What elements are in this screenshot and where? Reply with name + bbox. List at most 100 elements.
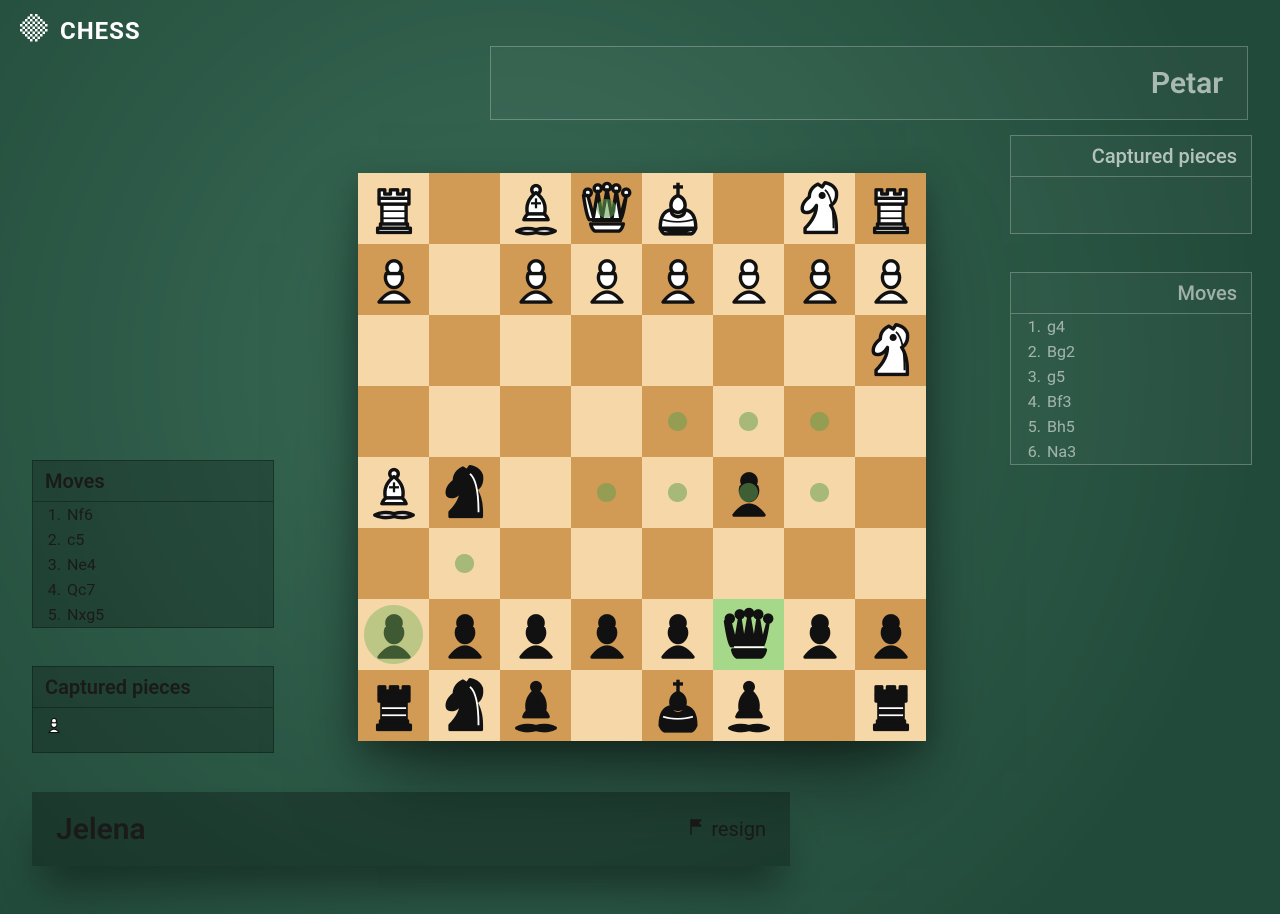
square-c4[interactable] xyxy=(713,386,784,457)
square-e3[interactable] xyxy=(571,315,642,386)
square-d1[interactable] xyxy=(642,173,713,244)
player-captured-list xyxy=(33,708,273,752)
square-e8[interactable] xyxy=(571,670,642,741)
black-knight-icon[interactable] xyxy=(433,674,497,738)
square-h5[interactable] xyxy=(358,457,429,528)
move-hint-dot xyxy=(597,199,615,217)
square-e2[interactable] xyxy=(571,244,642,315)
square-g7[interactable] xyxy=(429,599,500,670)
resign-button[interactable]: resign xyxy=(687,817,766,842)
square-d4[interactable] xyxy=(642,386,713,457)
white-pawn-icon[interactable] xyxy=(575,248,639,312)
square-d3[interactable] xyxy=(642,315,713,386)
black-pawn-icon[interactable] xyxy=(504,603,568,667)
white-knight-icon[interactable] xyxy=(859,319,923,383)
square-a3[interactable] xyxy=(855,315,926,386)
square-f2[interactable] xyxy=(500,244,571,315)
square-a7[interactable] xyxy=(855,599,926,670)
square-g2[interactable] xyxy=(429,244,500,315)
square-h1[interactable] xyxy=(358,173,429,244)
square-b7[interactable] xyxy=(784,599,855,670)
square-h7[interactable] xyxy=(358,599,429,670)
square-c2[interactable] xyxy=(713,244,784,315)
black-pawn-icon[interactable] xyxy=(362,603,426,667)
square-a1[interactable] xyxy=(855,173,926,244)
square-f6[interactable] xyxy=(500,528,571,599)
square-g1[interactable] xyxy=(429,173,500,244)
square-f7[interactable] xyxy=(500,599,571,670)
black-pawn-icon[interactable] xyxy=(859,603,923,667)
square-h2[interactable] xyxy=(358,244,429,315)
square-h4[interactable] xyxy=(358,386,429,457)
square-b8[interactable] xyxy=(784,670,855,741)
square-c7[interactable] xyxy=(713,599,784,670)
white-rook-icon[interactable] xyxy=(362,177,426,241)
square-a5[interactable] xyxy=(855,457,926,528)
square-a6[interactable] xyxy=(855,528,926,599)
square-g5[interactable] xyxy=(429,457,500,528)
square-f3[interactable] xyxy=(500,315,571,386)
square-e5[interactable] xyxy=(571,457,642,528)
square-e1[interactable] xyxy=(571,173,642,244)
black-pawn-icon[interactable] xyxy=(788,603,852,667)
move-row: 4.Qc7 xyxy=(33,577,273,602)
square-f4[interactable] xyxy=(500,386,571,457)
black-pawn-icon[interactable] xyxy=(433,603,497,667)
square-b4[interactable] xyxy=(784,386,855,457)
square-c1[interactable] xyxy=(713,173,784,244)
square-d6[interactable] xyxy=(642,528,713,599)
white-bishop-icon[interactable] xyxy=(504,177,568,241)
square-f8[interactable] xyxy=(500,670,571,741)
square-d5[interactable] xyxy=(642,457,713,528)
square-g6[interactable] xyxy=(429,528,500,599)
square-g8[interactable] xyxy=(429,670,500,741)
white-pawn-icon[interactable] xyxy=(646,248,710,312)
square-c6[interactable] xyxy=(713,528,784,599)
square-c5[interactable] xyxy=(713,457,784,528)
black-pawn-icon[interactable] xyxy=(575,603,639,667)
square-a8[interactable] xyxy=(855,670,926,741)
square-a4[interactable] xyxy=(855,386,926,457)
square-b2[interactable] xyxy=(784,244,855,315)
square-h8[interactable] xyxy=(358,670,429,741)
black-queen-icon[interactable] xyxy=(717,603,781,667)
square-d7[interactable] xyxy=(642,599,713,670)
square-b5[interactable] xyxy=(784,457,855,528)
black-knight-icon[interactable] xyxy=(433,461,497,525)
black-king-icon[interactable] xyxy=(646,674,710,738)
square-e6[interactable] xyxy=(571,528,642,599)
black-bishop-icon[interactable] xyxy=(504,674,568,738)
square-f1[interactable] xyxy=(500,173,571,244)
white-pawn-icon[interactable] xyxy=(717,248,781,312)
square-b6[interactable] xyxy=(784,528,855,599)
square-h6[interactable] xyxy=(358,528,429,599)
square-d2[interactable] xyxy=(642,244,713,315)
square-g4[interactable] xyxy=(429,386,500,457)
square-b3[interactable] xyxy=(784,315,855,386)
white-king-icon[interactable] xyxy=(646,177,710,241)
square-c3[interactable] xyxy=(713,315,784,386)
white-knight-icon[interactable] xyxy=(788,177,852,241)
black-rook-icon[interactable] xyxy=(362,674,426,738)
black-rook-icon[interactable] xyxy=(859,674,923,738)
black-bishop-icon[interactable] xyxy=(717,674,781,738)
white-pawn-icon[interactable] xyxy=(504,248,568,312)
square-e7[interactable] xyxy=(571,599,642,670)
flag-icon xyxy=(687,817,707,842)
white-bishop-icon[interactable] xyxy=(362,461,426,525)
square-a2[interactable] xyxy=(855,244,926,315)
square-c8[interactable] xyxy=(713,670,784,741)
white-pawn-icon[interactable] xyxy=(362,248,426,312)
white-pawn-icon[interactable] xyxy=(859,248,923,312)
chess-board[interactable] xyxy=(358,173,926,741)
square-g3[interactable] xyxy=(429,315,500,386)
square-h3[interactable] xyxy=(358,315,429,386)
square-d8[interactable] xyxy=(642,670,713,741)
white-rook-icon[interactable] xyxy=(859,177,923,241)
resign-label: resign xyxy=(711,817,766,841)
white-pawn-icon[interactable] xyxy=(788,248,852,312)
square-f5[interactable] xyxy=(500,457,571,528)
black-pawn-icon[interactable] xyxy=(646,603,710,667)
square-e4[interactable] xyxy=(571,386,642,457)
square-b1[interactable] xyxy=(784,173,855,244)
